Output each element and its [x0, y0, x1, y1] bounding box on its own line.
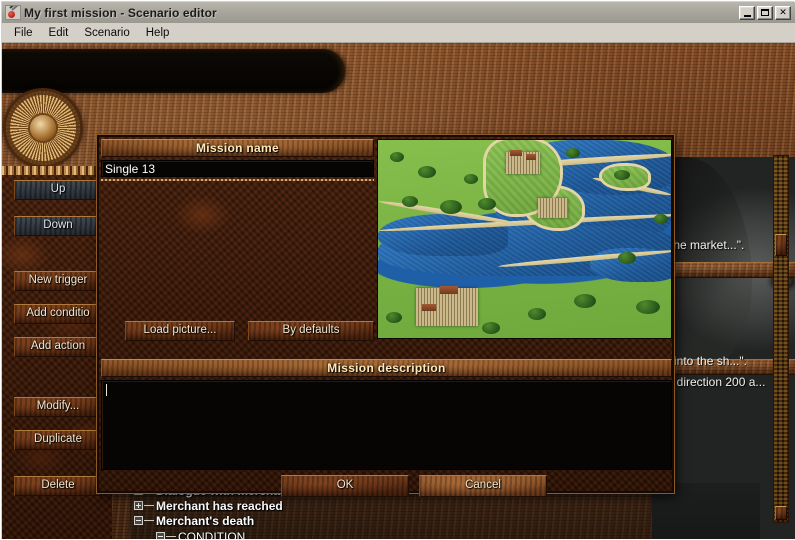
scrollbar-down-button[interactable] — [775, 506, 787, 520]
sidebar-button-up-label: Up — [50, 183, 66, 196]
sidebar-button-add-condition-label: Add conditio — [26, 307, 90, 320]
sidebar-button-down-label: Down — [43, 219, 73, 232]
maximize-button[interactable] — [757, 5, 773, 20]
tree-row-label: CONDITION — [178, 529, 246, 540]
menu-item-scenario[interactable]: Scenario — [76, 25, 137, 41]
tree-expand-icon[interactable] — [134, 501, 143, 510]
sidebar-button-modify[interactable]: Modify... — [14, 397, 102, 417]
minimize-button[interactable] — [739, 5, 755, 20]
sidebar-button-new-trigger[interactable]: New trigger — [14, 271, 102, 291]
sidebar-button-duplicate[interactable]: Duplicate — [14, 430, 102, 450]
sidebar-bead-trim — [2, 166, 112, 175]
sidebar-button-delete[interactable]: Delete — [14, 476, 102, 496]
sidebar-button-up[interactable]: Up — [14, 180, 102, 200]
menu-item-edit[interactable]: Edit — [41, 25, 77, 41]
mission-name-header: Mission name — [101, 139, 374, 157]
window-title: My first mission - Scenario editor — [24, 5, 217, 20]
tree-row-label: Merchant has reached — [156, 498, 283, 513]
scrollbar-thumb[interactable] — [775, 234, 787, 256]
cancel-button[interactable]: Cancel — [419, 475, 547, 497]
tree-row[interactable]: Merchant's death — [134, 513, 254, 528]
top-banner — [2, 49, 345, 93]
app-icon — [5, 5, 21, 20]
map-image — [378, 140, 671, 338]
mission-description-input[interactable] — [101, 380, 672, 470]
sidebar-button-add-action-label: Add action — [30, 340, 86, 353]
mission-name-input[interactable]: Single 13 — [101, 160, 374, 177]
sidebar-button-modify-label: Modify... — [36, 400, 80, 413]
tree-connector — [166, 536, 176, 537]
by-defaults-label: By defaults — [282, 324, 340, 337]
mission-properties-dialog: Mission name Single 13 Load picture... B… — [97, 135, 674, 497]
bg-text-fragment-3: in direction 200 a... — [664, 375, 766, 389]
mission-name-value: Single 13 — [105, 161, 156, 176]
close-icon[interactable]: ✕ — [775, 5, 791, 20]
tree-connector — [144, 505, 154, 506]
bg-text-fragment-1: the market...". — [670, 238, 745, 252]
menu-bar: File Edit Scenario Help — [2, 23, 795, 43]
cancel-button-label: Cancel — [465, 479, 501, 492]
tree-row[interactable]: CONDITION — [156, 529, 245, 539]
game-canvas: the market...". p into the sh...". in di… — [2, 43, 795, 539]
application-window: My first mission - Scenario editor ✕ Fil… — [0, 0, 795, 540]
tree-collapse-icon[interactable] — [134, 516, 143, 525]
bg-text-fragment-2: p into the sh...". — [664, 354, 747, 368]
left-toolbar: Up Down New trigger Add conditio Add act… — [2, 166, 112, 539]
sidebar-button-new-trigger-label: New trigger — [28, 274, 88, 287]
menu-item-file[interactable]: File — [6, 25, 41, 41]
window-frame: My first mission - Scenario editor ✕ Fil… — [0, 0, 795, 540]
window-controls: ✕ — [739, 5, 795, 20]
load-picture-label: Load picture... — [143, 324, 217, 337]
dialog-gold-divider-1 — [101, 179, 374, 181]
ok-button[interactable]: OK — [281, 475, 409, 497]
tree-collapse-icon[interactable] — [156, 532, 165, 539]
mission-picture-preview[interactable] — [377, 139, 672, 339]
tree-row[interactable]: Merchant has reached — [134, 498, 283, 513]
mission-description-header: Mission description — [101, 359, 672, 377]
title-bar: My first mission - Scenario editor ✕ — [2, 2, 795, 23]
sidebar-button-down[interactable]: Down — [14, 216, 102, 236]
scrollbar-track[interactable] — [774, 156, 788, 522]
ornament-medallion-ring — [6, 91, 80, 165]
text-caret — [106, 384, 107, 396]
sidebar-button-duplicate-label: Duplicate — [34, 433, 82, 446]
tree-connector — [144, 520, 154, 521]
ok-button-label: OK — [336, 479, 354, 492]
vertical-scrollbar[interactable] — [773, 155, 789, 523]
sidebar-button-add-action[interactable]: Add action — [14, 337, 102, 357]
dialog-body: Mission name Single 13 Load picture... B… — [99, 137, 672, 497]
load-picture-button[interactable]: Load picture... — [125, 321, 235, 341]
tree-row-label: Merchant's death — [156, 513, 255, 528]
by-defaults-button[interactable]: By defaults — [248, 321, 374, 341]
menu-item-help[interactable]: Help — [138, 25, 178, 41]
sidebar-button-delete-label: Delete — [41, 479, 75, 492]
sidebar-button-add-condition[interactable]: Add conditio — [14, 304, 102, 324]
